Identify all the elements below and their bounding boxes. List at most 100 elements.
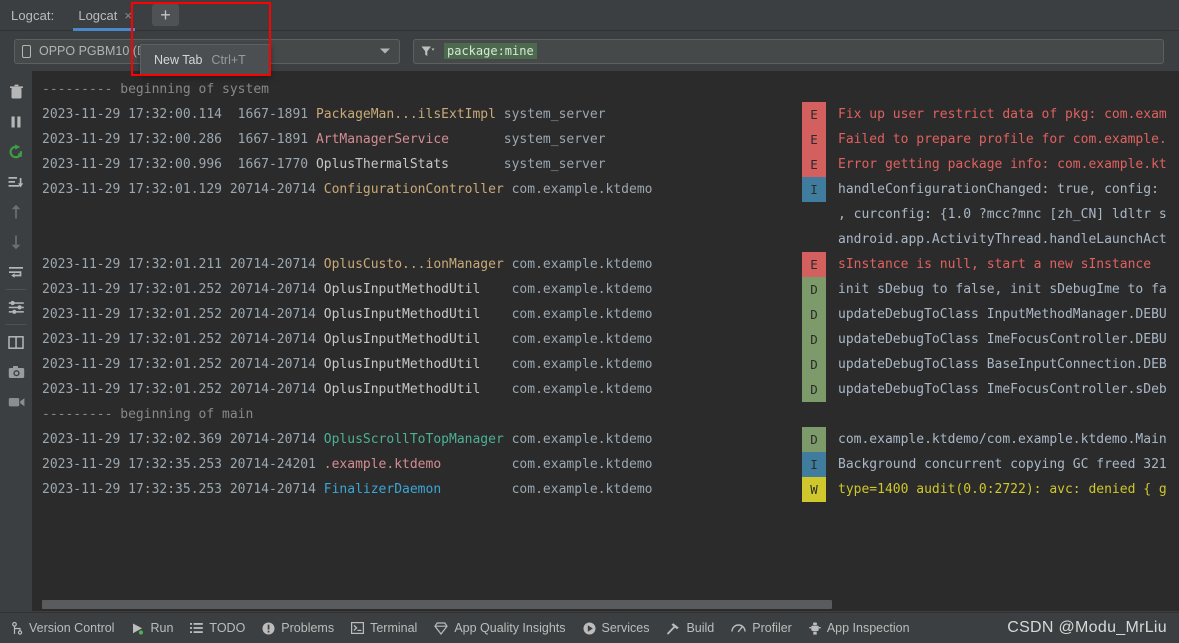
log-row[interactable]: --------- beginning of main	[32, 402, 1179, 427]
status-bar-item-label: Run	[150, 621, 174, 635]
scroll-to-end-icon[interactable]	[3, 169, 29, 195]
status-bar-item-label: Build	[686, 621, 715, 635]
log-level-badge: D	[802, 327, 826, 352]
log-row[interactable]: 2023-11-29 17:32:00.286 1667-1891 ArtMan…	[32, 127, 1179, 152]
log-package: com.example.ktdemo	[511, 182, 653, 197]
previous-occurrence-icon[interactable]	[3, 199, 29, 225]
log-row[interactable]: android.app.ActivityThread.handleLaunchA…	[32, 227, 1179, 252]
status-bar-item-problems[interactable]: Problems	[262, 621, 334, 635]
soft-wrap-icon[interactable]	[3, 259, 29, 285]
log-message: handleConfigurationChanged: true, config…	[838, 182, 1159, 197]
log-row[interactable]: 2023-11-29 17:32:35.253 20714-24201 .exa…	[32, 452, 1179, 477]
log-level-badge: D	[802, 277, 826, 302]
status-bar-item-run[interactable]: Run	[131, 621, 173, 635]
horizontal-scrollbar[interactable]	[32, 598, 1179, 611]
status-bar-item-version-control[interactable]: Version Control	[12, 621, 114, 635]
screen-record-icon[interactable]	[3, 389, 29, 415]
log-row[interactable]: 2023-11-29 17:32:01.252 20714-20714 Oplu…	[32, 327, 1179, 352]
log-level-badge: E	[802, 127, 826, 152]
log-row-list: --------- beginning of system 2023-11-29 …	[32, 71, 1179, 502]
log-row[interactable]: 2023-11-29 17:32:01.252 20714-20714 Oplu…	[32, 377, 1179, 402]
log-tag: OplusInputMethodUtil	[323, 382, 512, 397]
log-level-badge: D	[802, 302, 826, 327]
log-pid-tid: 1667-1891	[229, 107, 316, 122]
log-level-badge: I	[802, 452, 826, 477]
status-bar-item-profiler[interactable]: Profiler	[731, 621, 792, 635]
log-level-badge: D	[802, 352, 826, 377]
log-message: Failed to prepare profile for com.exampl…	[838, 132, 1167, 147]
log-row[interactable]: 2023-11-29 17:32:01.252 20714-20714 Oplu…	[32, 302, 1179, 327]
screenshot-icon[interactable]	[3, 359, 29, 385]
close-icon[interactable]: ×	[124, 9, 132, 22]
status-bar-item-services[interactable]: Services	[583, 621, 649, 635]
tab-logcat[interactable]: Logcat ×	[68, 0, 140, 31]
log-row[interactable]: 2023-11-29 17:32:01.211 20714-20714 Oplu…	[32, 252, 1179, 277]
filter-icon[interactable]	[421, 45, 435, 58]
log-row[interactable]: 2023-11-29 17:32:02.369 20714-20714 Oplu…	[32, 427, 1179, 452]
status-bar-item-terminal[interactable]: Terminal	[351, 621, 417, 635]
tool-window-label: Logcat:	[11, 7, 55, 23]
log-row[interactable]: 2023-11-29 17:32:01.252 20714-20714 Oplu…	[32, 352, 1179, 377]
branch-icon	[12, 621, 23, 635]
log-pid-tid: 20714-20714	[229, 332, 324, 347]
log-tag: FinalizerDaemon	[323, 482, 512, 497]
log-row[interactable]: 2023-11-29 17:32:01.252 20714-20714 Oplu…	[32, 277, 1179, 302]
gem-icon	[434, 621, 449, 635]
log-row[interactable]: 2023-11-29 17:32:01.129 20714-20714 Conf…	[32, 177, 1179, 202]
filter-input-container[interactable]: package:mine	[413, 38, 1164, 64]
log-timestamp: 2023-11-29 17:32:00.996	[42, 157, 230, 172]
log-tag: OplusInputMethodUtil	[323, 307, 512, 322]
log-tag: PackageMan...ilsExtImpl	[315, 107, 504, 122]
log-message: type=1400 audit(0.0:2722): avc: denied {…	[838, 482, 1167, 497]
log-row[interactable]: --------- beginning of system	[32, 77, 1179, 102]
log-pid-tid: 20714-20714	[229, 382, 324, 397]
log-level-badge: E	[802, 152, 826, 177]
log-message: updateDebugToClass ImeFocusController.DE…	[838, 332, 1167, 347]
status-bar-item-label: Terminal	[370, 621, 418, 635]
log-timestamp: 2023-11-29 17:32:35.253	[42, 482, 230, 497]
log-timestamp: 2023-11-29 17:32:01.252	[42, 357, 230, 372]
log-pid-tid: 20714-20714	[229, 357, 324, 372]
log-message	[826, 77, 1179, 102]
log-row[interactable]: 2023-11-29 17:32:35.253 20714-20714 Fina…	[32, 477, 1179, 502]
log-row[interactable]: , curconfig: {1.0 ?mcc?mnc [zh_CN] ldltr…	[32, 202, 1179, 227]
log-tag: OplusInputMethodUtil	[323, 332, 512, 347]
log-level-badge: D	[802, 427, 826, 452]
hammer-icon	[666, 622, 680, 635]
log-timestamp: 2023-11-29 17:32:00.286	[42, 132, 230, 147]
log-package: com.example.ktdemo	[511, 357, 653, 372]
next-occurrence-icon[interactable]	[3, 229, 29, 255]
status-bar-item-app-quality-insights[interactable]: App Quality Insights	[434, 621, 566, 635]
horizontal-scrollbar-thumb[interactable]	[42, 600, 832, 609]
log-row-header: 2023-11-29 17:32:00.114 1667-1891 Packag…	[32, 102, 802, 127]
filter-input[interactable]: package:mine	[444, 43, 537, 59]
pause-icon[interactable]	[3, 109, 29, 135]
restart-icon[interactable]	[3, 139, 29, 165]
log-message: updateDebugToClass InputMethodManager.DE…	[838, 307, 1167, 322]
log-row[interactable]: 2023-11-29 17:32:00.114 1667-1891 Packag…	[32, 102, 1179, 127]
toolbar-divider	[6, 289, 26, 290]
split-panel-icon[interactable]	[3, 329, 29, 355]
terminal-icon	[351, 622, 365, 634]
log-timestamp: 2023-11-29 17:32:02.369	[42, 432, 230, 447]
clear-logcat-icon[interactable]	[3, 79, 29, 105]
logcat-window: Logcat: Logcat × + OPPO PGBM10 (D... ndr…	[0, 0, 1179, 643]
configure-icon[interactable]	[3, 294, 29, 320]
log-level-badge-spacer	[802, 202, 826, 227]
log-level-badge: I	[802, 177, 826, 202]
log-message: Background concurrent copying GC freed 3…	[838, 457, 1167, 472]
log-message: Fix up user restrict data of pkg: com.ex…	[838, 107, 1167, 122]
status-bar-item-build[interactable]: Build	[666, 621, 714, 635]
log-package: com.example.ktdemo	[511, 282, 653, 297]
status-bar-item-app-inspection[interactable]: App Inspection	[809, 621, 910, 635]
log-message: sInstance is null, start a new sInstance	[838, 257, 1152, 272]
log-timestamp: 2023-11-29 17:32:01.252	[42, 282, 230, 297]
log-row[interactable]: 2023-11-29 17:32:00.996 1667-1770 OplusT…	[32, 152, 1179, 177]
status-bar-item-label: Profiler	[752, 621, 792, 635]
status-bar-item-todo[interactable]: TODO	[190, 621, 245, 635]
new-tab-button[interactable]: +	[151, 4, 179, 26]
logcat-output-panel[interactable]: --------- beginning of system 2023-11-29 …	[32, 71, 1179, 598]
log-timestamp: 2023-11-29 17:32:01.129	[42, 182, 230, 197]
tab-logcat-label: Logcat	[78, 7, 118, 23]
status-bar-items: Version Control Run TODO Problems Terminal Ap…	[0, 621, 910, 635]
